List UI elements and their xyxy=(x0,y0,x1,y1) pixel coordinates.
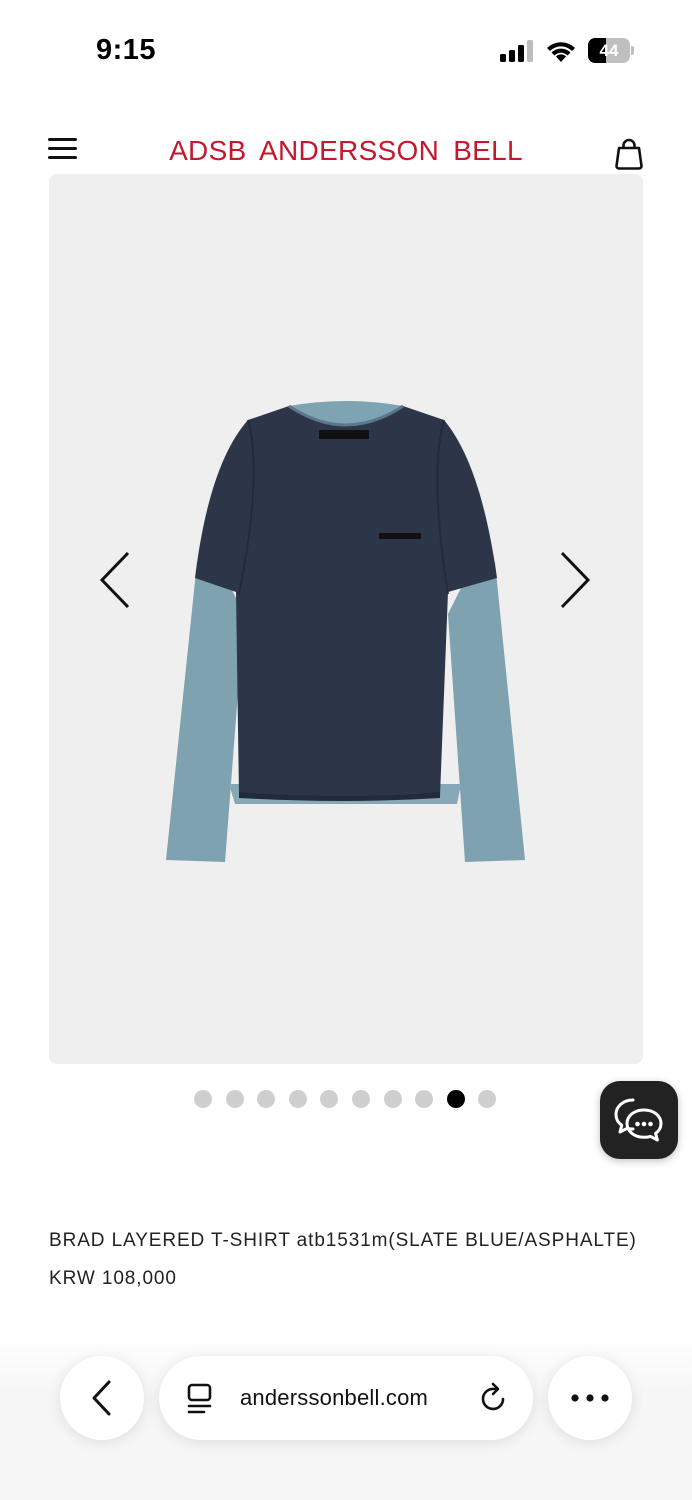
wifi-icon xyxy=(547,41,575,62)
shirt-illustration xyxy=(166,401,525,862)
product-name: BRAD LAYERED T-SHIRT atb1531m(SLATE BLUE… xyxy=(49,1230,637,1251)
status-icons: 44 xyxy=(500,38,634,63)
product-image[interactable] xyxy=(49,174,643,1064)
reload-icon[interactable] xyxy=(479,1382,509,1414)
product-price: KRW 108,000 xyxy=(49,1268,177,1289)
pagination-dot[interactable] xyxy=(257,1090,276,1108)
status-time: 9:15 xyxy=(96,34,157,66)
chat-button[interactable] xyxy=(600,1081,678,1159)
pagination-dot[interactable] xyxy=(478,1090,497,1108)
pagination-dot[interactable] xyxy=(351,1090,370,1108)
tabs-icon xyxy=(187,1383,212,1414)
shopping-bag-icon[interactable] xyxy=(614,138,644,170)
next-image-arrow-icon[interactable] xyxy=(552,545,598,615)
previous-image-arrow-icon[interactable] xyxy=(92,545,138,615)
address-bar[interactable]: anderssonbell.com xyxy=(159,1356,533,1440)
back-chevron-icon xyxy=(92,1380,111,1416)
pagination-dot-active[interactable] xyxy=(446,1090,465,1108)
pagination-dot[interactable] xyxy=(225,1090,244,1108)
pagination-dot[interactable] xyxy=(320,1090,339,1108)
brand-logo[interactable]: ADSB ANDERSSON BELL xyxy=(0,135,692,167)
gallery-pagination xyxy=(194,1090,497,1108)
cellular-signal-icon xyxy=(500,39,533,62)
more-icon xyxy=(571,1394,609,1402)
pagination-dot[interactable] xyxy=(383,1090,402,1108)
more-button[interactable] xyxy=(548,1356,632,1440)
url-text: anderssonbell.com xyxy=(240,1385,429,1410)
pagination-dot[interactable] xyxy=(415,1090,434,1108)
pagination-dot[interactable] xyxy=(288,1090,307,1108)
battery-icon: 44 xyxy=(588,38,634,63)
battery-level: 44 xyxy=(599,41,619,60)
pagination-dot[interactable] xyxy=(194,1090,212,1108)
chat-bubbles-icon xyxy=(614,1098,663,1142)
back-button[interactable] xyxy=(60,1356,144,1440)
